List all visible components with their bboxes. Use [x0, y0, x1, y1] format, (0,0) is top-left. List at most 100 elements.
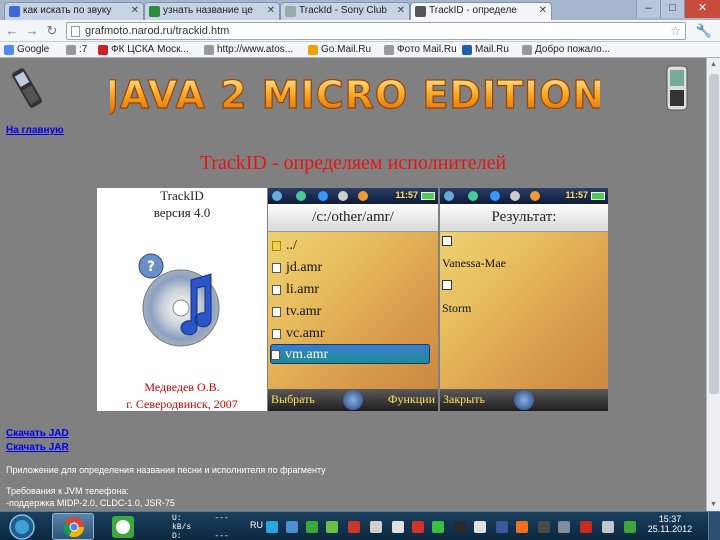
app-name: TrackID	[160, 188, 204, 203]
phone-time: 11:57	[395, 190, 418, 200]
network-monitor: U: --- kB/s D: --- kB/s	[172, 514, 252, 540]
page-icon	[66, 45, 76, 55]
display-tray-icon[interactable]	[558, 521, 570, 533]
torrent-tray-icon[interactable]	[326, 521, 338, 533]
result-item: Storm	[442, 301, 472, 315]
file-item[interactable]: jd.amr	[272, 258, 322, 278]
bookmark-welcome[interactable]: Добро пожало...	[522, 43, 610, 57]
address-bar-input[interactable]: grafmoto.narod.ru/trackid.htm ☆	[66, 22, 686, 40]
camera-tray-icon[interactable]	[538, 521, 550, 533]
file-item[interactable]: tv.amr	[272, 302, 321, 322]
shield-tray-icon[interactable]	[412, 521, 424, 533]
net-up-label: U:	[172, 514, 182, 523]
select-softkey: Выбрать	[271, 392, 315, 406]
phone-time: 11:57	[565, 190, 588, 200]
app-taskbar-button[interactable]	[102, 513, 144, 540]
app-author: Медведев О.В.	[144, 380, 220, 394]
network-tray-icon[interactable]	[602, 521, 614, 533]
clock-date: 25.11.2012	[647, 524, 693, 534]
minimize-button[interactable]: –	[636, 0, 660, 18]
app-version: версия 4.0	[153, 205, 211, 220]
signal-icon	[444, 191, 454, 201]
chrome-taskbar-button[interactable]	[52, 513, 94, 540]
file-item-selected[interactable]: vm.amr	[270, 344, 430, 364]
show-desktop-button[interactable]	[708, 512, 720, 540]
bookmark-atos[interactable]: http://www.atos...	[204, 43, 293, 57]
file-browser-screenshot: 11:57 /c:/other/amr/ ../ jd.amr li.amr t…	[268, 188, 438, 411]
update-tray-icon[interactable]	[624, 521, 636, 533]
orange-tray-icon[interactable]	[516, 521, 528, 533]
tab-close-icon[interactable]: ✕	[131, 5, 139, 16]
file-icon	[271, 350, 280, 360]
windows-logo-icon	[514, 390, 534, 410]
net-down-label: D:	[172, 532, 182, 540]
home-link[interactable]: На главную	[6, 125, 64, 136]
globe-icon	[468, 191, 478, 201]
result-item: Vanessa-Mae	[442, 256, 506, 270]
bookmark-google[interactable]: Google	[4, 43, 49, 57]
folder-path: /c:/other/amr/	[268, 204, 438, 232]
bookmark-foto-mail[interactable]: Фото Mail.Ru	[384, 43, 457, 57]
maximize-button[interactable]: □	[660, 0, 684, 18]
page-icon	[384, 45, 394, 55]
chrome-icon	[63, 517, 85, 538]
scrollbar-thumb[interactable]	[709, 74, 719, 394]
person-icon	[510, 191, 520, 201]
app-description: Приложение для определения названия песн…	[6, 465, 326, 475]
tab-strip: как искать по звуку ✕ узнать название це…	[0, 0, 720, 21]
start-button-icon[interactable]	[4, 513, 40, 540]
tab-sony-club[interactable]: TrackId - Sony Club ✕	[280, 2, 410, 20]
yandex-favicon-icon	[9, 6, 20, 17]
globe-tray-icon[interactable]	[432, 521, 444, 533]
tab-close-icon[interactable]: ✕	[267, 5, 275, 16]
bookmark-mail-ru[interactable]: Mail.Ru	[462, 43, 509, 57]
home-icon	[358, 191, 368, 201]
tab-close-icon[interactable]: ✕	[539, 5, 547, 16]
app-tray-icon[interactable]	[474, 521, 486, 533]
onedrive-tray-icon[interactable]	[286, 521, 298, 533]
banner-text: JAVA 2 MICRO EDITION	[110, 73, 600, 116]
download-jar-link[interactable]: Скачать JAR	[6, 442, 69, 453]
tab-label: узнать название це	[163, 5, 253, 16]
close-window-button[interactable]: ✕	[684, 0, 720, 18]
wifi-tray-icon[interactable]	[392, 521, 404, 533]
red-tray-icon[interactable]	[348, 521, 360, 533]
file-item[interactable]: ../	[272, 236, 297, 256]
bookmark-star-icon[interactable]: ☆	[670, 23, 681, 39]
file-item[interactable]: vc.amr	[272, 324, 324, 344]
file-icon	[272, 263, 281, 273]
globe-icon	[296, 191, 306, 201]
tab-search-by-sound[interactable]: как искать по звуку ✕	[4, 2, 144, 20]
url-text: grafmoto.narod.ru/trackid.htm	[85, 25, 230, 37]
bookmark-go-mail[interactable]: Go.Mail.Ru	[308, 43, 371, 57]
language-indicator[interactable]: RU	[250, 520, 263, 530]
wrench-menu-icon[interactable]: 🔧	[696, 23, 712, 39]
skype-tray-icon[interactable]	[266, 521, 278, 533]
vertical-scrollbar[interactable]: ▲ ▼	[706, 58, 720, 511]
result-screenshot: 11:57 Результат: Vanessa-Mae Storm Закры…	[440, 188, 608, 411]
bookmarks-bar: Google :7 ФК ЦСКА Моск... http://www.ato…	[0, 42, 720, 58]
file-item[interactable]: li.amr	[272, 280, 319, 300]
bookmark-cska[interactable]: ФК ЦСКА Моск...	[98, 43, 189, 57]
tab-label: как искать по звуку	[23, 5, 112, 16]
reload-icon[interactable]: ↻	[44, 23, 60, 39]
tab-song-name[interactable]: узнать название це ✕	[144, 2, 280, 20]
chat-tray-icon[interactable]	[454, 521, 466, 533]
scroll-up-icon[interactable]: ▲	[710, 61, 717, 68]
facebook-tray-icon[interactable]	[496, 521, 508, 533]
download-jad-link[interactable]: Скачать JAD	[6, 428, 69, 439]
volume-tray-icon[interactable]	[370, 521, 382, 533]
tab-trackid-active[interactable]: TrackID - определе ✕	[410, 2, 552, 21]
back-arrow-icon[interactable]: ←	[4, 23, 20, 39]
page-favicon-icon	[415, 6, 426, 17]
forward-arrow-icon[interactable]: →	[24, 23, 40, 39]
gmail-tray-icon[interactable]	[580, 521, 592, 533]
system-clock[interactable]: 15:37 25.11.2012	[640, 514, 700, 534]
phone-status-bar: 11:57	[268, 188, 438, 204]
green-tray-icon[interactable]	[306, 521, 318, 533]
tab-label: TrackID - определе	[429, 5, 517, 16]
bookmark-7[interactable]: :7	[66, 43, 87, 57]
tab-close-icon[interactable]: ✕	[397, 5, 405, 16]
google-icon	[4, 45, 14, 55]
scroll-down-icon[interactable]: ▼	[710, 501, 717, 508]
